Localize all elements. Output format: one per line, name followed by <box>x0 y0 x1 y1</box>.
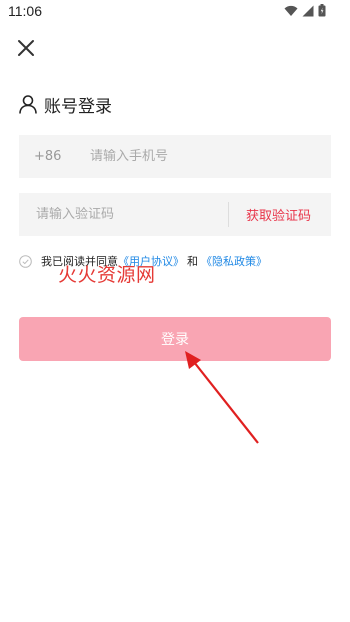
code-divider <box>228 202 229 227</box>
code-field[interactable]: 获取验证码 <box>19 193 331 236</box>
wifi-icon <box>284 5 298 16</box>
login-button[interactable]: 登录 <box>19 317 331 361</box>
phone-field[interactable]: +86 <box>19 135 331 178</box>
check-circle-icon[interactable] <box>19 254 32 268</box>
status-time: 11:06 <box>8 3 42 19</box>
status-bar: 11:06 <box>0 0 350 24</box>
get-code-button[interactable]: 获取验证码 <box>246 205 311 224</box>
code-input[interactable] <box>36 207 228 222</box>
country-code[interactable]: +86 <box>34 149 76 164</box>
agreement-and: 和 <box>187 255 198 268</box>
title-row: 账号登录 <box>18 90 112 118</box>
page-title: 账号登录 <box>44 96 112 117</box>
user-icon <box>19 95 37 114</box>
phone-input[interactable] <box>90 149 300 164</box>
privacy-policy-link[interactable]: 《隐私政策》 <box>201 253 267 269</box>
signal-icon <box>302 5 314 16</box>
close-button[interactable] <box>14 36 38 60</box>
close-icon <box>18 40 34 56</box>
watermark: 火火资源网 <box>58 264 156 286</box>
status-icons <box>284 4 326 17</box>
battery-icon <box>318 4 326 17</box>
